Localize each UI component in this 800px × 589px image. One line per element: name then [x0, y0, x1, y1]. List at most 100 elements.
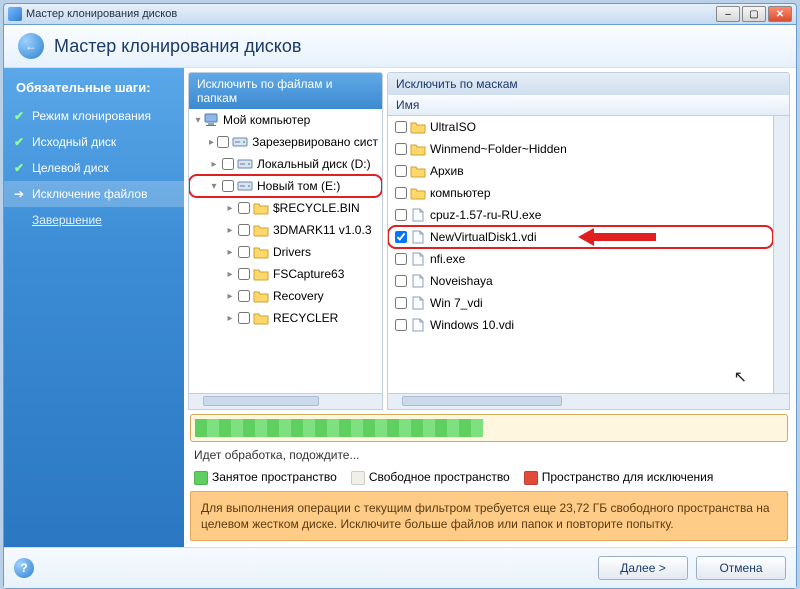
- tree-row[interactable]: ▾Мой компьютер: [189, 109, 382, 131]
- tree-row[interactable]: ▸Локальный диск (D:): [189, 153, 382, 175]
- list-checkbox[interactable]: [395, 209, 407, 221]
- sidebar-step-0[interactable]: ✔Режим клонирования: [4, 103, 184, 129]
- tree-row[interactable]: ▸Drivers: [189, 241, 382, 263]
- list-vscrollbar[interactable]: [773, 116, 789, 393]
- folder-tree[interactable]: ▾Мой компьютер▸Зарезервировано сист▸Лока…: [189, 109, 382, 393]
- tree-hscrollbar[interactable]: [189, 393, 382, 409]
- list-checkbox[interactable]: [395, 319, 407, 331]
- tree-checkbox[interactable]: [238, 290, 250, 302]
- annotation-arrow: [578, 228, 656, 246]
- sidebar: Обязательные шаги: ✔Режим клонирования✔И…: [4, 68, 184, 547]
- list-label: Win 7_vdi: [430, 296, 483, 310]
- cursor-icon: ↖: [734, 367, 747, 387]
- tree-row[interactable]: ▾ Новый том (E:): [189, 175, 382, 197]
- expander-icon[interactable]: ▸: [225, 313, 235, 324]
- tree-label: Recovery: [273, 289, 324, 303]
- step-label: Целевой диск: [32, 161, 109, 175]
- tree-row[interactable]: ▸$RECYCLE.BIN: [189, 197, 382, 219]
- tree-checkbox[interactable]: [222, 158, 234, 170]
- expander-icon[interactable]: ▸: [209, 159, 219, 170]
- list-checkbox[interactable]: [395, 231, 407, 243]
- legend: Занятое пространство Свободное пространс…: [190, 466, 788, 491]
- sidebar-step-2[interactable]: ✔ Целевой диск: [4, 155, 184, 181]
- arrow-right-icon: ➔: [14, 187, 26, 201]
- tree-checkbox[interactable]: [217, 136, 229, 148]
- tree-checkbox[interactable]: [238, 268, 250, 280]
- list-checkbox[interactable]: [395, 297, 407, 309]
- tree-label: FSCapture63: [273, 267, 344, 281]
- tab-files-folders[interactable]: Исключить по файлам и папкам: [189, 73, 382, 109]
- sidebar-step-4[interactable]: Завершение: [4, 207, 184, 233]
- file-icon: [410, 230, 426, 244]
- checkmark-icon: ✔: [14, 109, 26, 123]
- list-row[interactable]: Winmend~Folder~Hidden: [388, 138, 773, 160]
- expander-icon[interactable]: ▸: [225, 269, 235, 280]
- tree-row[interactable]: ▸Зарезервировано сист: [189, 131, 382, 153]
- legend-free-swatch: [351, 471, 365, 485]
- next-button[interactable]: Далее >: [598, 556, 688, 580]
- step-label: Исходный диск: [32, 135, 116, 149]
- file-icon: [410, 318, 426, 332]
- list-row[interactable]: nfi.exe: [388, 248, 773, 270]
- list-row[interactable]: UltraISO: [388, 116, 773, 138]
- tree-checkbox[interactable]: [238, 224, 250, 236]
- tab-masks[interactable]: Исключить по маскам: [388, 73, 789, 95]
- file-icon: [410, 252, 426, 266]
- tree-label: Новый том (E:): [257, 179, 340, 193]
- expander-icon[interactable]: ▸: [225, 203, 235, 214]
- list-row[interactable]: компьютер: [388, 182, 773, 204]
- list-label: NewVirtualDisk1.vdi: [430, 230, 536, 244]
- list-checkbox[interactable]: [395, 275, 407, 287]
- tree-checkbox[interactable]: [238, 312, 250, 324]
- expander-icon[interactable]: ▾: [193, 115, 203, 126]
- cancel-button[interactable]: Отмена: [696, 556, 786, 580]
- list-row[interactable]: NewVirtualDisk1.vdi: [388, 226, 773, 248]
- list-hscrollbar[interactable]: [388, 393, 789, 409]
- list-row[interactable]: Windows 10.vdi: [388, 314, 773, 336]
- tree-row[interactable]: ▸ FSCapture63: [189, 263, 382, 285]
- expander-icon[interactable]: ▸: [225, 247, 235, 258]
- maximize-button[interactable]: ▢: [742, 6, 766, 22]
- list-row[interactable]: Архив: [388, 160, 773, 182]
- expander-icon[interactable]: ▸: [225, 225, 235, 236]
- footer: ? Далее > Отмена: [4, 547, 796, 588]
- list-checkbox[interactable]: [395, 187, 407, 199]
- titlebar: Мастер клонирования дисков – ▢ ✕: [3, 3, 797, 25]
- expander-icon[interactable]: ▸: [225, 291, 235, 302]
- tree-checkbox[interactable]: [222, 180, 234, 192]
- folder-icon: [253, 267, 269, 281]
- tree-row[interactable]: ▸3DMARK11 v1.0.3: [189, 219, 382, 241]
- sidebar-step-1[interactable]: ✔Исходный диск: [4, 129, 184, 155]
- column-header-name[interactable]: Имя: [388, 95, 789, 116]
- minimize-button[interactable]: –: [716, 6, 740, 22]
- tree-row[interactable]: ▸ Recovery: [189, 285, 382, 307]
- progress-bar: [190, 414, 788, 442]
- folder-icon: [410, 164, 426, 178]
- file-list[interactable]: ↖ UltraISOWinmend~Folder~HiddenАрхив комп…: [388, 116, 773, 393]
- back-button[interactable]: ←: [18, 33, 44, 59]
- expander-icon[interactable]: ▾: [209, 181, 219, 192]
- expander-icon[interactable]: ▸: [209, 137, 214, 148]
- folder-icon: [410, 142, 426, 156]
- tree-checkbox[interactable]: [238, 246, 250, 258]
- list-checkbox[interactable]: [395, 121, 407, 133]
- help-button[interactable]: ?: [14, 558, 34, 578]
- tree-panel: Исключить по файлам и папкам ▾Мой компью…: [188, 72, 383, 410]
- list-checkbox[interactable]: [395, 165, 407, 177]
- tree-checkbox[interactable]: [238, 202, 250, 214]
- list-checkbox[interactable]: [395, 253, 407, 265]
- close-button[interactable]: ✕: [768, 6, 792, 22]
- list-row[interactable]: Noveishaya: [388, 270, 773, 292]
- list-checkbox[interactable]: [395, 143, 407, 155]
- page-title: Мастер клонирования дисков: [54, 36, 301, 57]
- warning-message: Для выполнения операции с текущим фильтр…: [190, 491, 788, 541]
- sidebar-step-3[interactable]: ➔Исключение файлов: [4, 181, 184, 207]
- list-row[interactable]: Win 7_vdi: [388, 292, 773, 314]
- list-row[interactable]: cpuz-1.57-ru-RU.exe: [388, 204, 773, 226]
- tree-row[interactable]: ▸RECYCLER: [189, 307, 382, 329]
- legend-free-label: Свободное пространство: [369, 470, 510, 484]
- window: ← Мастер клонирования дисков Обязательны…: [3, 25, 797, 589]
- checkmark-icon: ✔: [14, 161, 26, 175]
- step-label[interactable]: Завершение: [32, 213, 102, 227]
- list-label: компьютер: [430, 186, 491, 200]
